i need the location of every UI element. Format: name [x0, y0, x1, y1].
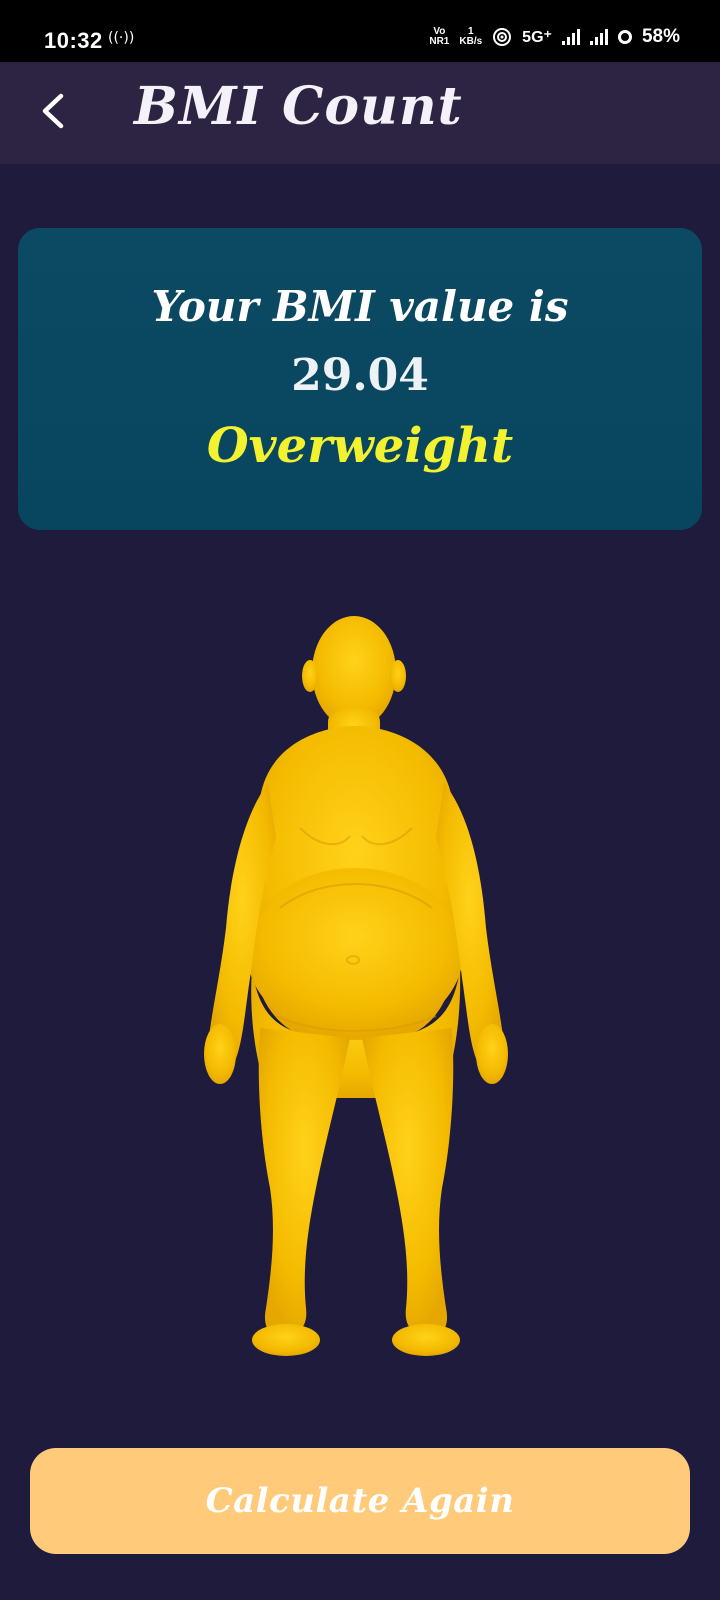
speed-unit: KB/s [459, 36, 483, 47]
status-bar: 10:32 ((·)) Vo NR1 1 KB/s 5G⁺ 58% [0, 0, 720, 62]
network-speed: 1 KB/s [459, 27, 482, 47]
page-title: BMI Count [134, 76, 463, 137]
battery-percent: 58% [641, 26, 680, 47]
calculate-again-button[interactable]: Calculate Again [30, 1448, 690, 1554]
chevron-left-icon[interactable] [32, 88, 78, 134]
status-time: 10:32 [44, 28, 103, 53]
hotspot-icon: ((·)) [108, 30, 135, 46]
signal-strength-icon [561, 29, 580, 45]
signal-strength-2-icon [589, 29, 608, 45]
app-bar: BMI Count [0, 62, 720, 164]
volte-indicator: Vo NR1 [429, 27, 449, 47]
network-type: 5G⁺ [522, 29, 552, 46]
battery-icon [617, 30, 632, 44]
bmi-result-heading: Your BMI value is [151, 282, 569, 331]
bmi-category: Overweight [206, 418, 514, 474]
volte-bottom-text: NR1 [429, 36, 450, 47]
status-indicators: Vo NR1 1 KB/s 5G⁺ 58% [429, 26, 680, 48]
wifi-calling-icon [493, 28, 512, 46]
bmi-result-card: Your BMI value is 29.04 Overweight [18, 228, 702, 530]
body-figure-illustration [204, 616, 508, 1356]
bmi-value: 29.04 [291, 350, 429, 401]
